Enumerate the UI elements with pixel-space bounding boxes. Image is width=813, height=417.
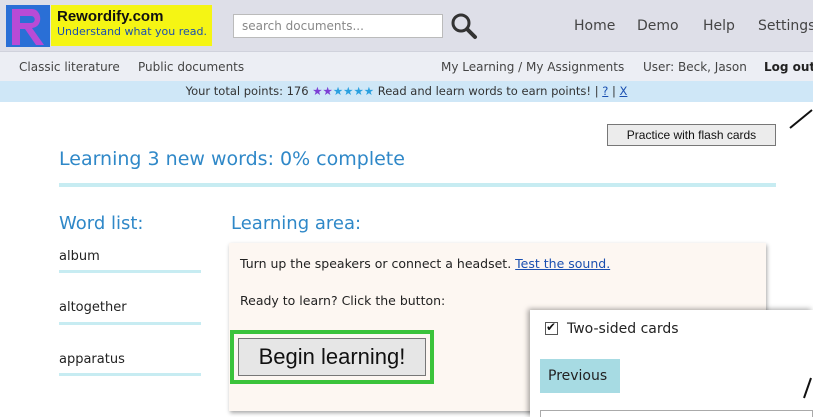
practice-flash-cards-button[interactable]: Practice with flash cards — [607, 124, 776, 146]
points-total: Your total points: 176 — [185, 84, 309, 98]
title-divider — [59, 183, 776, 187]
sub-navigation: Classic literature Public documents My L… — [0, 51, 813, 81]
ready-text: Ready to learn? Click the button: — [240, 293, 446, 308]
word-divider — [59, 373, 201, 376]
word-divider — [59, 322, 201, 325]
points-bar: Your total points: 176 ★★★★★★ Read and l… — [0, 81, 813, 102]
user-label: User: Beck, Jason — [643, 60, 747, 74]
annotation-arrow-icon — [789, 109, 813, 129]
speaker-text: Turn up the speakers or connect a headse… — [240, 256, 512, 271]
nav-settings[interactable]: Settings — [758, 18, 813, 34]
points-close-link[interactable]: X — [620, 84, 628, 98]
subnav-public-documents[interactable]: Public documents — [138, 60, 244, 74]
brand-name: Rewordify.com — [57, 8, 164, 25]
top-header: Rewordify.com Understand what you read. … — [0, 0, 813, 51]
rewordify-logo-icon[interactable] — [6, 5, 50, 47]
test-sound-link[interactable]: Test the sound. — [515, 256, 610, 271]
begin-learning-button[interactable]: Begin learning! — [238, 338, 426, 376]
purple-stars-icon: ★★ — [312, 84, 333, 98]
word-list-item[interactable]: album — [59, 249, 100, 264]
subnav-classic-literature[interactable]: Classic literature — [19, 60, 120, 74]
word-list-item[interactable]: apparatus — [59, 352, 125, 367]
points-message: Read and learn words to earn points! — [377, 84, 592, 98]
nav-demo[interactable]: Demo — [637, 18, 679, 34]
brand-block[interactable]: Rewordify.com Understand what you read. — [51, 5, 212, 46]
blue-stars-icon: ★★★★ — [332, 84, 375, 98]
subnav-my-learning[interactable]: My Learning / My Assignments — [441, 60, 624, 74]
previous-button[interactable]: Previous — [540, 359, 620, 393]
search-icon[interactable] — [450, 12, 478, 40]
word-list-heading: Word list: — [59, 213, 144, 234]
logout-link[interactable]: Log out — [764, 60, 813, 74]
annotation-arrow-icon — [803, 377, 812, 399]
points-separator: | — [611, 84, 616, 98]
learning-area-heading: Learning area: — [231, 213, 362, 234]
page-title: Learning 3 new words: 0% complete — [59, 148, 405, 170]
card-field — [540, 410, 813, 417]
speaker-instructions: Turn up the speakers or connect a headse… — [240, 256, 610, 271]
nav-home[interactable]: Home — [574, 18, 615, 34]
brand-tagline: Understand what you read. — [57, 25, 208, 38]
word-divider — [59, 270, 201, 273]
two-sided-checkbox[interactable] — [545, 320, 558, 335]
two-sided-label: Two-sided cards — [567, 321, 679, 337]
search-input[interactable] — [233, 14, 443, 38]
nav-help[interactable]: Help — [703, 18, 735, 34]
points-separator: | — [594, 84, 599, 98]
word-list-item[interactable]: altogether — [59, 300, 127, 315]
points-help-link[interactable]: ? — [602, 84, 608, 98]
